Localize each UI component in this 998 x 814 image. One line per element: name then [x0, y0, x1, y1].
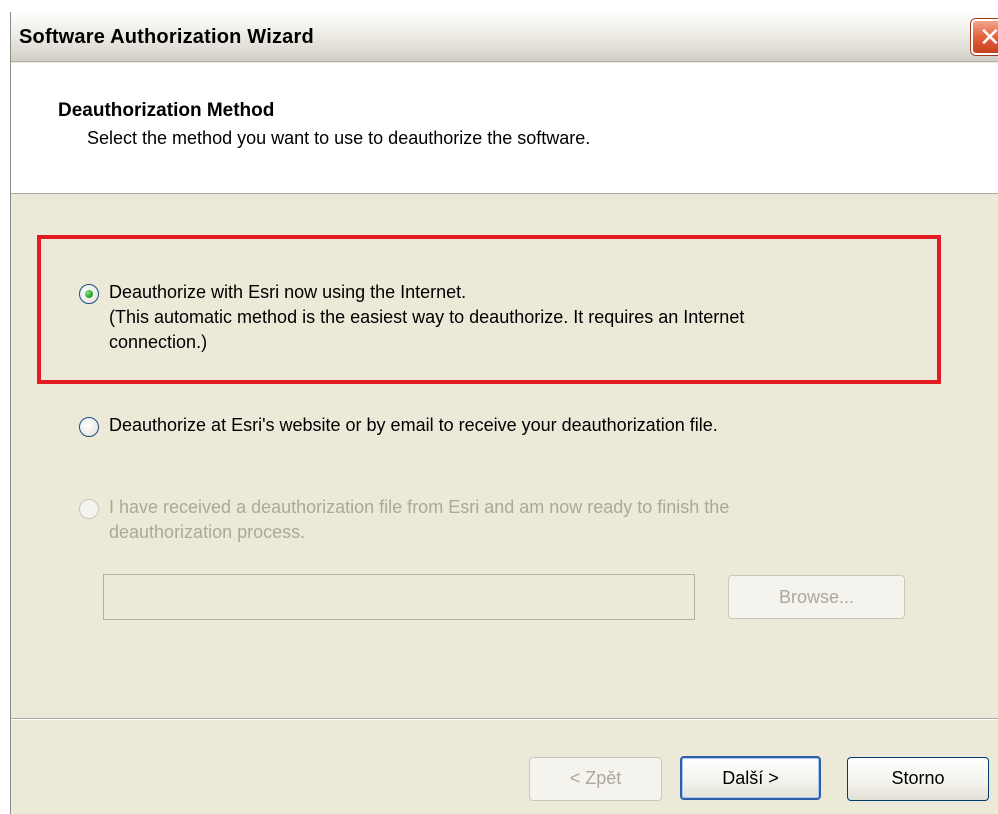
option-internet-detail-1: (This automatic method is the easiest wa…: [109, 307, 745, 327]
close-icon: ✕: [979, 22, 998, 52]
radio-internet[interactable]: [79, 284, 99, 304]
close-button[interactable]: ✕: [971, 19, 998, 55]
deauthorization-file-path-input: [103, 574, 695, 620]
option-internet-detail-2: connection.): [109, 332, 208, 352]
page-title: Deauthorization Method: [58, 100, 275, 121]
back-button: < Zpět: [529, 757, 662, 801]
wizard-header: Deauthorization Method Select the method…: [11, 63, 998, 194]
cancel-button[interactable]: Storno: [847, 757, 989, 801]
radio-website-email[interactable]: [79, 417, 99, 437]
option-website-email-label[interactable]: Deauthorize at Esri's website or by emai…: [109, 413, 718, 438]
radio-received-file: [79, 499, 99, 519]
wizard-dialog: Software Authorization Wizard ✕ Deauthor…: [10, 12, 998, 814]
option-received-file-label-2: deauthorization process.: [109, 522, 306, 542]
page-subtitle: Select the method you want to use to dea…: [87, 128, 591, 148]
browse-button: Browse...: [728, 575, 905, 619]
next-button[interactable]: Další >: [680, 756, 821, 800]
footer-divider: [11, 718, 998, 720]
window-title: Software Authorization Wizard: [19, 26, 314, 48]
option-internet-label[interactable]: Deauthorize with Esri now using the Inte…: [109, 280, 466, 305]
option-received-file-label-1: I have received a deauthorization file f…: [109, 497, 730, 517]
title-bar: Software Authorization Wizard ✕: [11, 12, 998, 62]
